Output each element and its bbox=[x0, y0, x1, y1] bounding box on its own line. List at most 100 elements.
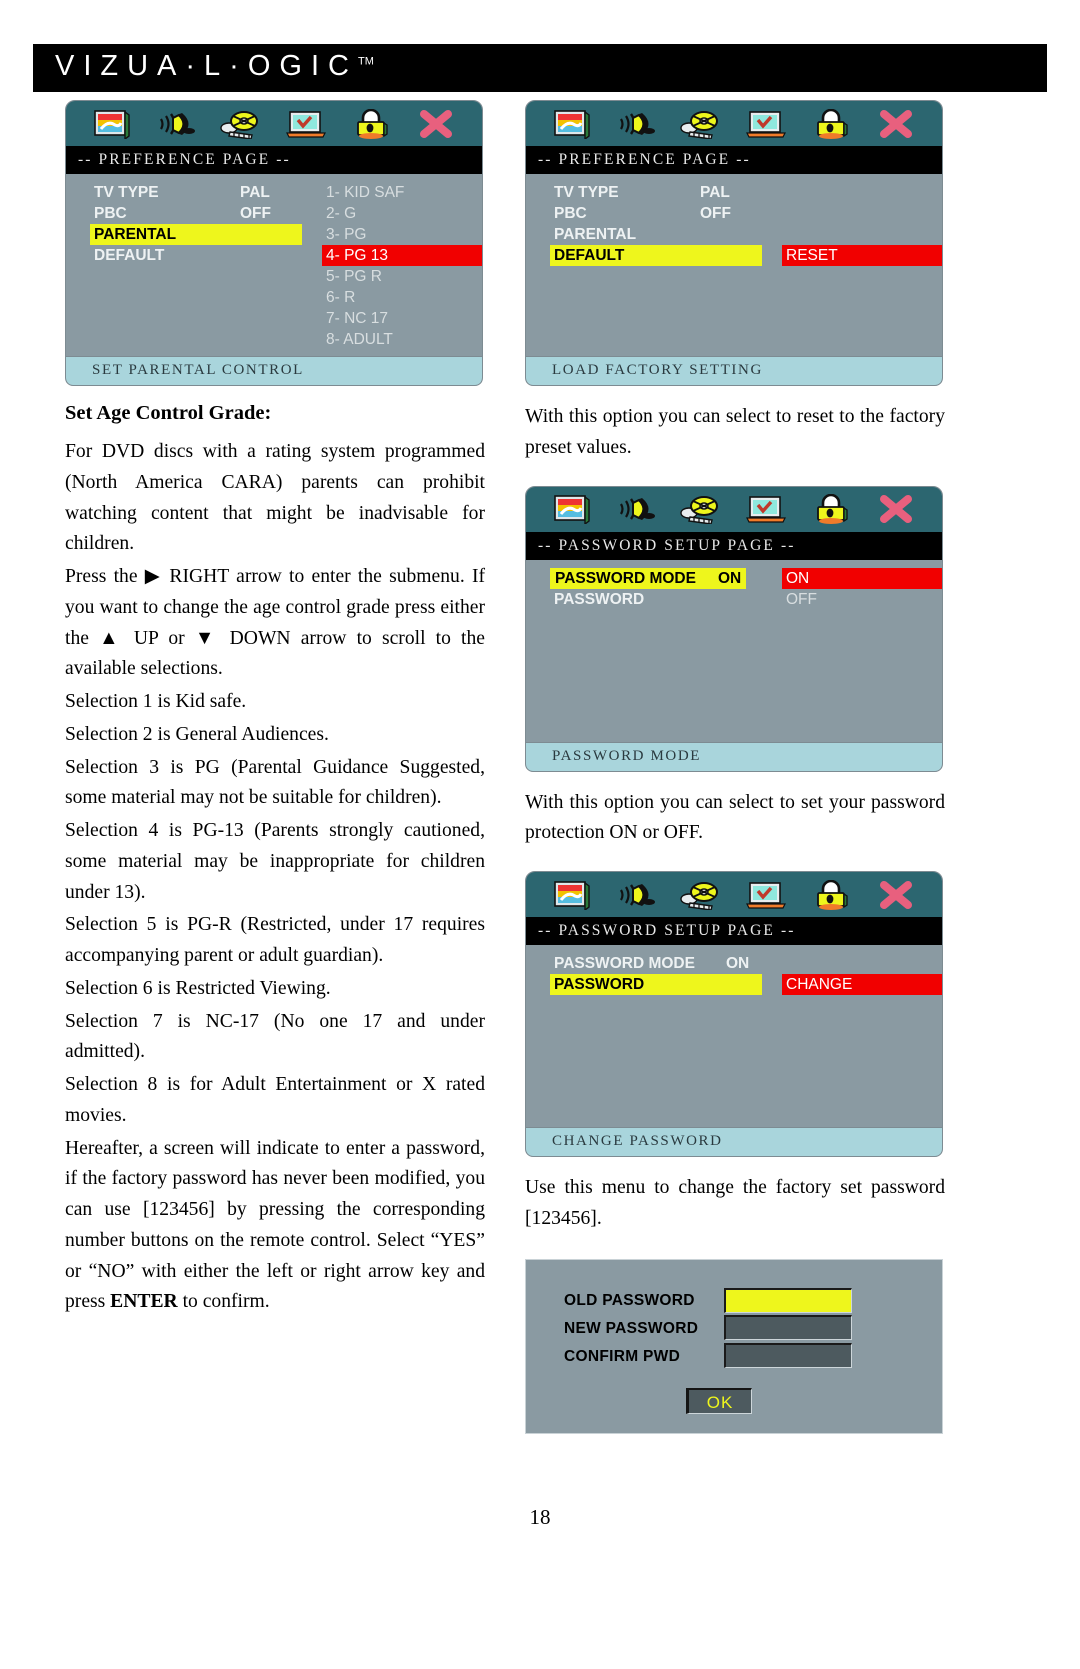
preference-laptop-check-icon[interactable] bbox=[734, 494, 799, 524]
paragraph-hereafter: Hereafter, a screen will indicate to ent… bbox=[65, 1134, 485, 1319]
osd-caption-parental: SET PARENTAL CONTROL bbox=[66, 356, 482, 385]
ok-button[interactable]: OK bbox=[686, 1387, 752, 1414]
preference-laptop-check-icon[interactable] bbox=[274, 109, 339, 139]
osd-icon-bar bbox=[526, 486, 942, 532]
osd-option-list-default: RESET bbox=[782, 245, 942, 266]
film-reel-icon[interactable] bbox=[209, 109, 274, 139]
osd-label-password: PASSWORD bbox=[554, 590, 645, 608]
osd-option-off[interactable]: OFF bbox=[782, 589, 942, 610]
preference-laptop-check-icon[interactable] bbox=[734, 880, 799, 910]
osd-row-parental[interactable]: PARENTAL bbox=[554, 224, 942, 245]
osd-label-password: PASSWORD bbox=[550, 974, 762, 995]
preference-laptop-check-icon[interactable] bbox=[734, 109, 799, 139]
exit-x-icon[interactable] bbox=[863, 494, 928, 524]
paragraph-selection-2: Selection 2 is General Audiences. bbox=[65, 723, 329, 745]
osd-caption-default: LOAD FACTORY SETTING bbox=[526, 356, 942, 385]
paragraph-change-factory-password: Use this menu to change the factory set … bbox=[525, 1177, 945, 1229]
paragraph-selection-7: Selection 7 is NC-17 (No one 17 and unde… bbox=[65, 1010, 485, 1063]
osd-label-password-mode-highlight: PASSWORD MODE ON bbox=[550, 567, 747, 589]
osd-caption-password-mode: PASSWORD MODE bbox=[526, 741, 942, 771]
osd-body-password-mode: PASSWORD MODE ON PASSWORD ON OFF bbox=[526, 559, 942, 742]
film-reel-icon[interactable] bbox=[669, 880, 734, 910]
osd-panel-default: -- PREFERENCE PAGE -- TV TYPE PAL PBC OF… bbox=[525, 100, 943, 386]
section-heading: Set Age Control Grade: bbox=[65, 402, 272, 424]
brand-banner: VIZUA·L·OGICTM bbox=[33, 44, 1047, 92]
right-column: -- PREFERENCE PAGE -- TV TYPE PAL PBC OF… bbox=[525, 100, 945, 1434]
osd-label-tv-type: TV TYPE bbox=[554, 184, 619, 201]
speaker-audio-icon[interactable] bbox=[605, 109, 670, 139]
paragraph-press-right: Press the ▶ RIGHT arrow to enter the sub… bbox=[65, 566, 485, 680]
osd-label-parental: PARENTAL bbox=[90, 224, 302, 245]
osd-label-default: DEFAULT bbox=[550, 245, 762, 266]
osd-value-password-mode: ON bbox=[726, 955, 750, 972]
osd-title-parental: -- PREFERENCE PAGE -- bbox=[66, 146, 482, 174]
osd-option-pg-13[interactable]: 4- PG 13 bbox=[322, 245, 482, 266]
lock-password-icon[interactable] bbox=[339, 108, 404, 139]
osd-option-list-password-mode: ON OFF bbox=[782, 567, 942, 610]
osd-row-tv-type[interactable]: TV TYPE PAL bbox=[554, 182, 942, 203]
label-confirm-pwd: CONFIRM PWD bbox=[564, 1347, 681, 1365]
brand-logo-text: VIZUA·L·OGIC bbox=[55, 50, 358, 82]
osd-icon-bar bbox=[526, 101, 942, 146]
osd-label-password-mode: PASSWORD MODE bbox=[554, 955, 695, 972]
left-column: -- PREFERENCE PAGE -- TV TYPE PAL PBC OF… bbox=[65, 100, 485, 1320]
osd-panel-password-mode: -- PASSWORD SETUP PAGE -- PASSWORD MODE O… bbox=[525, 485, 943, 772]
paragraph-selection-1: Selection 1 is Kid safe. bbox=[65, 691, 247, 712]
osd-value-tv-type: PAL bbox=[700, 184, 730, 201]
osd-title-password-mode: -- PASSWORD SETUP PAGE -- bbox=[526, 531, 942, 560]
paragraph-hereafter-enter: ENTER bbox=[110, 1291, 178, 1313]
picture-tv-icon[interactable] bbox=[540, 109, 605, 139]
osd-option-pg-r[interactable]: 5- PG R bbox=[322, 266, 482, 287]
osd-option-list-change-password: CHANGE bbox=[782, 974, 942, 995]
osd-value-tv-type: PAL bbox=[240, 184, 270, 201]
paragraph-selection-8: Selection 8 is for Adult Entertainment o… bbox=[65, 1074, 485, 1126]
exit-x-icon[interactable] bbox=[403, 109, 468, 139]
osd-option-reset[interactable]: RESET bbox=[782, 245, 942, 266]
osd-option-g[interactable]: 2- G bbox=[322, 203, 482, 224]
paragraph-selection-4: Selection 4 is PG-13 (Parents strongly c… bbox=[65, 820, 485, 903]
osd-label-default: DEFAULT bbox=[94, 247, 165, 264]
input-old-password[interactable] bbox=[724, 1287, 852, 1313]
osd-option-r[interactable]: 6- R bbox=[322, 287, 482, 308]
picture-tv-icon[interactable] bbox=[540, 494, 605, 524]
speaker-audio-icon[interactable] bbox=[145, 109, 210, 139]
osd-row-password-mode[interactable]: PASSWORD MODE ON bbox=[554, 953, 942, 974]
brand-trademark: TM bbox=[357, 55, 374, 68]
film-reel-icon[interactable] bbox=[669, 494, 734, 524]
input-confirm-pwd[interactable] bbox=[724, 1342, 852, 1368]
osd-option-adult[interactable]: 8- ADULT bbox=[322, 329, 482, 350]
osd-row-pbc[interactable]: PBC OFF bbox=[554, 203, 942, 224]
paragraph-reset-factory: With this option you can select to reset… bbox=[525, 406, 945, 458]
picture-tv-icon[interactable] bbox=[540, 880, 605, 910]
speaker-audio-icon[interactable] bbox=[605, 880, 670, 910]
osd-label-tv-type: TV TYPE bbox=[94, 184, 159, 201]
osd-icon-bar bbox=[66, 101, 482, 146]
osd-icon-bar bbox=[526, 872, 942, 917]
osd-panel-parental: -- PREFERENCE PAGE -- TV TYPE PAL PBC OF… bbox=[65, 100, 483, 386]
lock-password-icon[interactable] bbox=[799, 494, 864, 524]
osd-option-kid-saf[interactable]: 1- KID SAF bbox=[322, 182, 482, 203]
osd-option-change[interactable]: CHANGE bbox=[782, 974, 942, 995]
paragraph-hereafter-post: to confirm. bbox=[177, 1291, 270, 1313]
osd-label-pbc: PBC bbox=[94, 205, 127, 222]
input-new-password[interactable] bbox=[724, 1314, 852, 1340]
osd-body-change-password: PASSWORD MODE ON PASSWORD CHANGE bbox=[526, 945, 942, 1127]
osd-option-on[interactable]: ON bbox=[782, 567, 942, 589]
osd-panel-change-password: -- PASSWORD SETUP PAGE -- PASSWORD MODE … bbox=[525, 871, 943, 1157]
osd-option-pg[interactable]: 3- PG bbox=[322, 224, 482, 245]
osd-value-pbc: OFF bbox=[700, 205, 731, 222]
lock-password-icon[interactable] bbox=[799, 879, 864, 910]
osd-value-pbc: OFF bbox=[240, 205, 271, 222]
picture-tv-icon[interactable] bbox=[80, 109, 145, 139]
speaker-audio-icon[interactable] bbox=[605, 494, 670, 524]
paragraph-selection-6: Selection 6 is Restricted Viewing. bbox=[65, 977, 331, 999]
exit-x-icon[interactable] bbox=[863, 109, 928, 139]
paragraph-hereafter-pre: Hereafter, a screen will indicate to ent… bbox=[65, 1137, 485, 1313]
lock-password-icon[interactable] bbox=[799, 108, 864, 139]
label-new-password: NEW PASSWORD bbox=[564, 1319, 699, 1337]
exit-x-icon[interactable] bbox=[863, 880, 928, 910]
osd-option-nc-17[interactable]: 7- NC 17 bbox=[322, 308, 482, 329]
film-reel-icon[interactable] bbox=[669, 109, 734, 139]
paragraph-dvd-rating: For DVD discs with a rating system progr… bbox=[65, 441, 485, 555]
osd-option-list-parental: 1- KID SAF 2- G 3- PG 4- PG 13 5- PG R 6… bbox=[322, 182, 482, 350]
